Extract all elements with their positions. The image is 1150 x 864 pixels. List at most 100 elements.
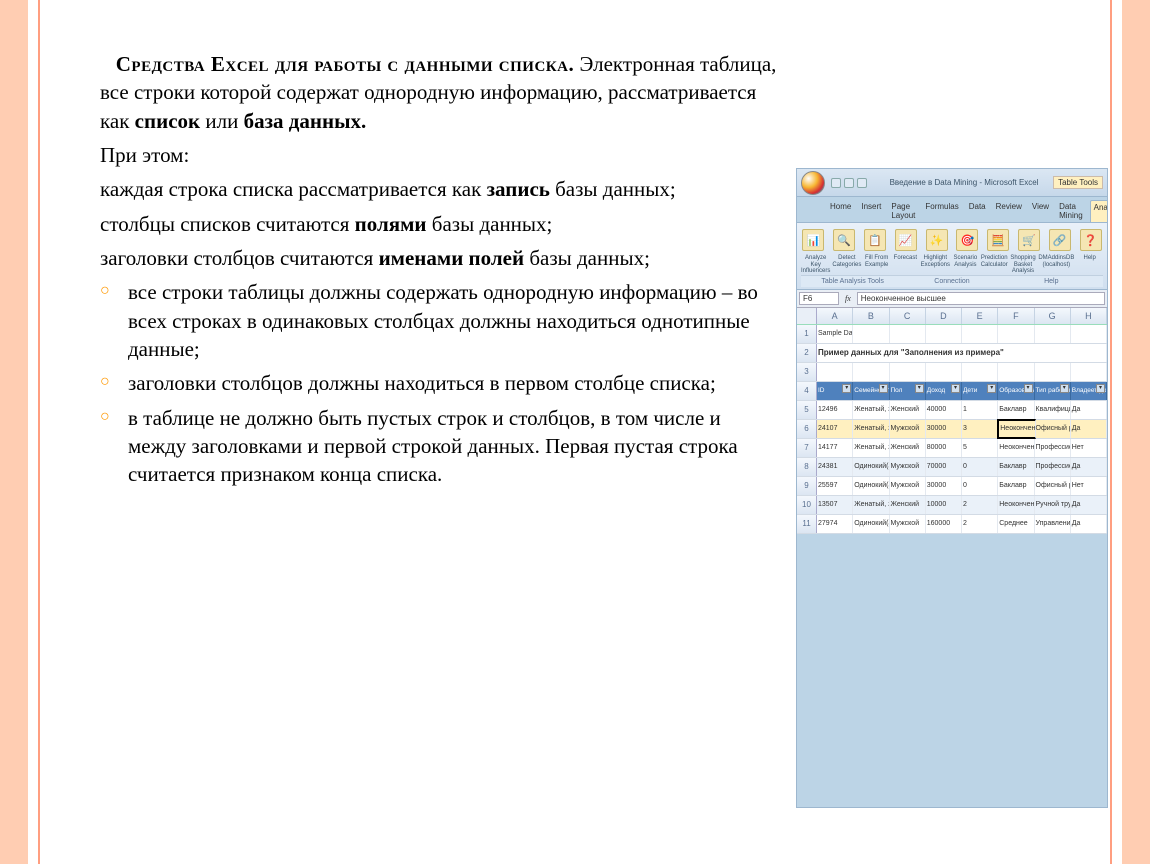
column-header[interactable]: C <box>890 308 926 324</box>
column-header[interactable]: G <box>1035 308 1071 324</box>
cell[interactable]: Женатый, замуж <box>853 439 889 457</box>
cell[interactable]: Неоконченное выс <box>998 439 1034 457</box>
cell[interactable]: Одинокий(ая) <box>853 458 889 476</box>
row-header[interactable]: 6 <box>797 420 817 438</box>
cell[interactable]: Мужской <box>890 420 926 438</box>
cell[interactable]: 12496 <box>817 401 853 419</box>
table-row[interactable]: 624107Женатый, замужМужской300003Неоконч… <box>797 420 1107 439</box>
ribbon-tab[interactable]: Data Mining <box>1056 200 1086 222</box>
cell[interactable]: 3 <box>962 420 998 438</box>
formula-bar[interactable]: F6 fx Неоконченное высшее <box>797 290 1107 308</box>
cell[interactable] <box>853 363 889 381</box>
name-box[interactable]: F6 <box>799 292 839 305</box>
cell[interactable]: 27974 <box>817 515 853 533</box>
table-row[interactable]: 1013507Женатый, замужЖенский100002Неокон… <box>797 496 1107 515</box>
cell[interactable] <box>890 325 926 343</box>
row-header[interactable]: 10 <box>797 496 817 514</box>
cell[interactable]: Да <box>1071 401 1107 419</box>
ribbon-tab[interactable]: Page Layout <box>888 200 918 222</box>
row-header[interactable]: 8 <box>797 458 817 476</box>
table-header-cell[interactable]: Доход <box>926 382 962 400</box>
ribbon-icon[interactable]: 🔗 <box>1049 229 1071 251</box>
table-header-cell[interactable]: Семейное поло <box>853 382 889 400</box>
cell[interactable] <box>853 325 889 343</box>
column-header[interactable]: H <box>1071 308 1107 324</box>
cell[interactable] <box>890 363 926 381</box>
cell[interactable]: Да <box>1071 515 1107 533</box>
ribbon-icon[interactable]: ❓ <box>1080 229 1102 251</box>
cell[interactable]: Мужской <box>890 515 926 533</box>
column-header[interactable]: B <box>853 308 889 324</box>
cell[interactable]: 5 <box>962 439 998 457</box>
table-row[interactable]: 3 <box>797 363 1107 382</box>
row-header[interactable]: 9 <box>797 477 817 495</box>
cell[interactable] <box>926 363 962 381</box>
cell[interactable]: 0 <box>962 477 998 495</box>
cell[interactable]: 25597 <box>817 477 853 495</box>
ribbon-tabs[interactable]: HomeInsertPage LayoutFormulasDataReviewV… <box>797 197 1107 223</box>
cell[interactable]: Да <box>1071 496 1107 514</box>
quick-access-toolbar[interactable] <box>831 178 867 188</box>
cell[interactable]: Одинокий(ая) <box>853 515 889 533</box>
cell[interactable]: Да <box>1071 420 1107 438</box>
row-header[interactable]: 3 <box>797 363 817 381</box>
cell[interactable]: 10000 <box>926 496 962 514</box>
cell[interactable]: 24107 <box>817 420 853 438</box>
table-row[interactable]: 2Пример данных для "Заполнения из пример… <box>797 344 1107 363</box>
ribbon-tab[interactable]: View <box>1029 200 1052 222</box>
cell[interactable]: 1 <box>962 401 998 419</box>
cell[interactable]: Баклавр <box>998 477 1034 495</box>
cell[interactable]: Неоконченное выс <box>998 496 1034 514</box>
cell[interactable] <box>1071 325 1107 343</box>
cell[interactable]: Неоконченное выс <box>997 419 1035 439</box>
ribbon-tab[interactable]: Insert <box>858 200 884 222</box>
table-header-cell[interactable]: Пол <box>890 382 926 400</box>
column-headers[interactable]: ABCDEFGH <box>797 308 1107 325</box>
cell[interactable]: 0 <box>962 458 998 476</box>
cell[interactable]: 30000 <box>926 420 962 438</box>
cell[interactable]: Женатый, замуж <box>853 496 889 514</box>
table-row[interactable]: 824381Одинокий(ая)Мужской700000БаклаврПр… <box>797 458 1107 477</box>
ribbon-tab[interactable]: Review <box>993 200 1025 222</box>
table-header-cell[interactable]: Дети <box>962 382 998 400</box>
cell[interactable]: Офисный работ <box>1035 420 1071 438</box>
cell[interactable]: 2 <box>962 496 998 514</box>
cell[interactable]: 2 <box>962 515 998 533</box>
ribbon-icon[interactable]: 🎯 <box>956 229 978 251</box>
fx-icon[interactable]: fx <box>841 294 855 303</box>
cell[interactable]: Женский <box>890 401 926 419</box>
cell[interactable]: 70000 <box>926 458 962 476</box>
cell[interactable]: Среднее <box>998 515 1034 533</box>
table-row[interactable]: 1Sample Data for Fill From Example <box>797 325 1107 344</box>
cell[interactable]: 24381 <box>817 458 853 476</box>
cell[interactable]: Ручной труд <box>1035 496 1071 514</box>
column-header[interactable]: D <box>926 308 962 324</box>
row-header[interactable]: 1 <box>797 325 817 343</box>
cell[interactable] <box>1035 325 1071 343</box>
cell[interactable] <box>1071 363 1107 381</box>
column-header[interactable]: A <box>817 308 853 324</box>
ribbon-icon[interactable]: 🔍 <box>833 229 855 251</box>
ribbon-tab[interactable]: Home <box>827 200 854 222</box>
cell[interactable]: Мужской <box>890 477 926 495</box>
table-header-cell[interactable]: ID <box>817 382 853 400</box>
cell[interactable]: Профессионал <box>1035 439 1071 457</box>
table-row[interactable]: 925597Одинокий(ая)Мужской300000БаклаврОф… <box>797 477 1107 496</box>
cell[interactable]: Нет <box>1071 439 1107 457</box>
formula-value[interactable]: Неоконченное высшее <box>857 292 1105 305</box>
row-header[interactable]: 5 <box>797 401 817 419</box>
cell[interactable]: Женатый, замуж <box>853 420 889 438</box>
cell[interactable] <box>998 325 1034 343</box>
cell[interactable]: Женский <box>890 496 926 514</box>
table-header-row[interactable]: 4IDСемейное полоПолДоходДетиОбразованиеТ… <box>797 382 1107 401</box>
table-header-cell[interactable]: Владеет дом <box>1071 382 1107 400</box>
ribbon-tab[interactable]: Formulas <box>922 200 961 222</box>
table-row[interactable]: 512496Женатый, замужЖенский400001Баклавр… <box>797 401 1107 420</box>
ribbon-icons[interactable]: 📊 🔍 📋 📈 ✨ 🎯 🧮 🛒 🔗 ❓ <box>801 229 1103 251</box>
cell[interactable]: Нет <box>1071 477 1107 495</box>
table-row[interactable]: 714177Женатый, замужЖенский800005Неоконч… <box>797 439 1107 458</box>
ribbon-icon[interactable]: 🛒 <box>1018 229 1040 251</box>
table-header-cell[interactable]: Образование <box>998 382 1034 400</box>
cell[interactable] <box>1035 363 1071 381</box>
cell[interactable]: Да <box>1071 458 1107 476</box>
